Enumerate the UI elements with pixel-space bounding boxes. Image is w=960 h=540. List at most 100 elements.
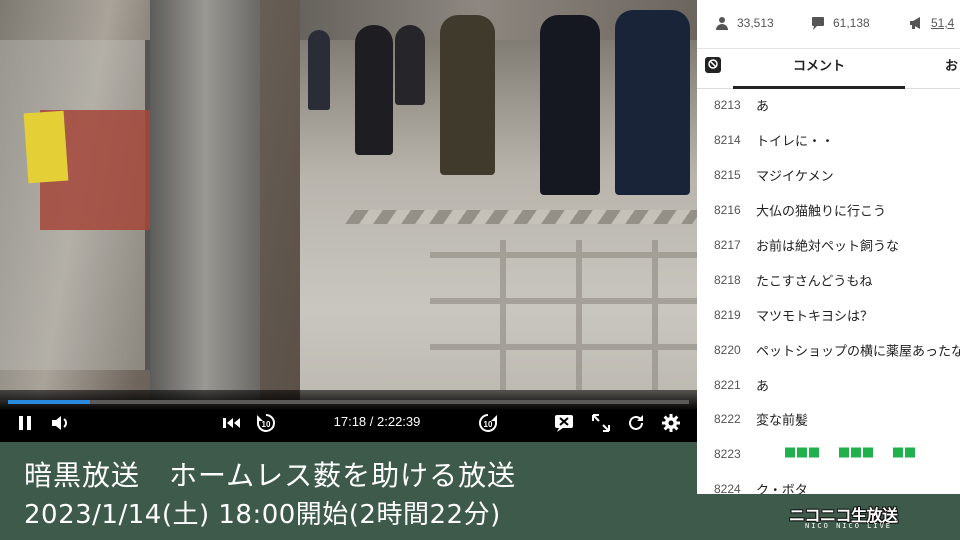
comment-text: マツモトキヨシは？ bbox=[756, 309, 874, 325]
comment-text: マジイケメン bbox=[756, 169, 834, 185]
comment-row[interactable]: 8214 トイレに・・ bbox=[697, 123, 960, 158]
comment-text bbox=[785, 447, 917, 462]
comment-text: あ bbox=[756, 379, 770, 395]
comment-row[interactable]: 8224 ク・ボタ bbox=[697, 472, 960, 494]
volume-button[interactable] bbox=[48, 412, 72, 434]
green-block-glyph bbox=[893, 447, 903, 458]
comment-number: 8215 bbox=[714, 168, 741, 183]
video-person bbox=[440, 15, 495, 175]
comment-number: 8218 bbox=[714, 272, 741, 287]
comment-text: ペットショップの横に薬屋あったな bbox=[756, 344, 960, 360]
comment-row[interactable]: 8215 マジイケメン bbox=[697, 158, 960, 193]
logo-sub-text: NICO NICO LIVE bbox=[805, 522, 893, 530]
comment-filter-button[interactable] bbox=[705, 57, 721, 73]
comment-number: 8214 bbox=[714, 133, 741, 148]
skip-start-button[interactable] bbox=[220, 412, 242, 434]
comment-panel: 33,513 61,138 51,4 コメント お 8213 あ 8214 トイレに・… bbox=[697, 0, 960, 494]
video-yellow-sign bbox=[23, 110, 69, 184]
comment-text: あ bbox=[756, 99, 770, 115]
pause-button[interactable] bbox=[14, 412, 36, 434]
comment-row[interactable]: 8221 あ bbox=[697, 367, 960, 402]
comment-text: 大仏の猫触りに行こう bbox=[756, 204, 887, 220]
comment-number: 8223 bbox=[714, 447, 741, 462]
tab-other[interactable]: お bbox=[945, 48, 958, 86]
comment-number: 8224 bbox=[714, 482, 741, 494]
comment-toggle-button[interactable] bbox=[552, 412, 576, 434]
comment-icon bbox=[812, 17, 824, 30]
stats-bar: 33,513 61,138 51,4 bbox=[697, 0, 960, 49]
comment-row[interactable]: 8213 あ bbox=[697, 88, 960, 123]
comment-text: ク・ボタ bbox=[756, 483, 808, 494]
rewind-10-button[interactable]: 10 bbox=[254, 412, 278, 434]
comment-number: 8220 bbox=[714, 342, 741, 357]
player-controls: 10 17:18 / 2:22:39 10 bbox=[0, 390, 697, 442]
seek-bar-fill bbox=[8, 400, 90, 404]
video-person bbox=[308, 30, 330, 110]
skip-start-icon bbox=[223, 418, 240, 428]
gear-icon bbox=[662, 414, 680, 432]
comment-off-icon bbox=[555, 415, 573, 432]
forward-10-icon: 10 bbox=[479, 414, 497, 432]
forward-10-button[interactable]: 10 bbox=[476, 412, 500, 434]
broadcast-date: 2023/1/14(土) 18:00開始(2時間22分) bbox=[24, 500, 501, 530]
video-person bbox=[355, 25, 393, 155]
comment-row[interactable]: 8219 マツモトキヨシは？ bbox=[697, 297, 960, 332]
comment-list: 8213 あ 8214 トイレに・・ 8215 マジイケメン 8216 大仏の猫触りに行こう 8… bbox=[697, 88, 960, 494]
comment-number: 8221 bbox=[714, 377, 741, 392]
video-pillar bbox=[150, 0, 260, 400]
video-tile-band bbox=[345, 210, 697, 224]
time-display: 17:18 / 2:22:39 bbox=[333, 414, 421, 429]
comment-number: 8219 bbox=[714, 307, 741, 322]
panel-tabs: コメント お bbox=[697, 48, 960, 89]
video-person bbox=[615, 10, 690, 195]
green-block-glyph bbox=[863, 447, 873, 458]
pause-icon bbox=[19, 416, 31, 430]
comment-row[interactable]: 8220 ペットショップの横に薬屋あったな bbox=[697, 332, 960, 367]
video-tile-grid bbox=[430, 240, 697, 390]
video-person bbox=[395, 25, 425, 105]
comment-text: たこすさんどうもね bbox=[756, 274, 873, 290]
broadcast-title: 暗黒放送 ホームレス薮を助ける放送 bbox=[24, 459, 517, 492]
comment-row[interactable]: 8217 お前は絶対ペット飼うな bbox=[697, 228, 960, 263]
volume-icon bbox=[52, 416, 67, 430]
viewer-count: 33,513 bbox=[715, 16, 774, 30]
fullscreen-icon bbox=[592, 414, 610, 432]
video-person bbox=[540, 15, 600, 195]
ad-count-value: 51,4 bbox=[931, 16, 955, 30]
comment-number: 8222 bbox=[714, 412, 741, 427]
niconico-live-logo: ニコニコ生放送 NICO NICO LIVE bbox=[697, 494, 960, 540]
tab-comment[interactable]: コメント bbox=[733, 48, 905, 89]
megaphone-icon bbox=[910, 17, 920, 29]
comment-row[interactable]: 8218 たこすさんどうもね bbox=[697, 262, 960, 297]
seek-bar[interactable] bbox=[8, 400, 689, 404]
broadcast-banner: 暗黒放送 ホームレス薮を助ける放送 2023/1/14(土) 18:00開始(2… bbox=[0, 442, 697, 540]
svg-text:10: 10 bbox=[262, 420, 271, 429]
comment-text: お前は絶対ペット飼うな bbox=[756, 239, 900, 255]
green-block-glyph bbox=[785, 447, 795, 458]
comment-count-value: 61,138 bbox=[833, 16, 870, 30]
comment-count: 61,138 bbox=[811, 16, 870, 30]
reload-button[interactable] bbox=[624, 412, 648, 434]
svg-text:10: 10 bbox=[484, 420, 493, 429]
green-block-glyph bbox=[797, 447, 807, 458]
green-block-glyph bbox=[839, 447, 849, 458]
comment-number: 8216 bbox=[714, 203, 741, 218]
comment-text: 変な前髪 bbox=[756, 413, 809, 429]
comment-number: 8213 bbox=[714, 98, 741, 113]
comment-row[interactable]: 8216 大仏の猫触りに行こう bbox=[697, 193, 960, 228]
comment-filter-icon bbox=[708, 59, 718, 69]
fullscreen-button[interactable] bbox=[589, 412, 613, 434]
comment-text: トイレに・・ bbox=[756, 134, 835, 150]
green-block-glyph bbox=[905, 447, 915, 458]
person-icon bbox=[716, 17, 728, 30]
video-player[interactable]: 10 17:18 / 2:22:39 10 bbox=[0, 0, 697, 442]
green-block-glyph bbox=[809, 447, 819, 458]
rewind-10-icon: 10 bbox=[257, 414, 275, 432]
comment-number: 8217 bbox=[714, 238, 741, 252]
reload-icon bbox=[629, 415, 643, 430]
comment-row[interactable]: 8223 bbox=[697, 437, 960, 472]
ad-count[interactable]: 51,4 bbox=[909, 16, 954, 30]
comment-row[interactable]: 8222 変な前髪 bbox=[697, 402, 960, 437]
viewer-count-value: 33,513 bbox=[737, 16, 774, 30]
settings-button[interactable] bbox=[659, 412, 683, 434]
